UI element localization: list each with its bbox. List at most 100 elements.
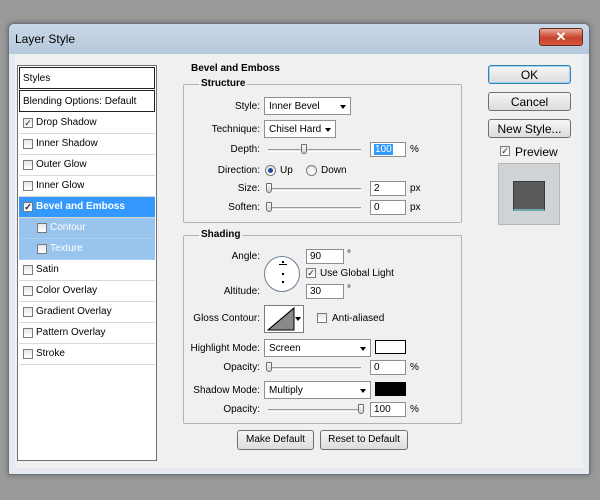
- style-item-checkbox[interactable]: [23, 328, 33, 338]
- cancel-button[interactable]: Cancel: [488, 92, 571, 111]
- shadow-opacity-slider-thumb[interactable]: [358, 404, 364, 414]
- style-item-label: Gradient Overlay: [36, 306, 112, 317]
- direction-down-radio[interactable]: [306, 165, 317, 176]
- technique-dropdown[interactable]: Chisel Hard: [264, 120, 336, 138]
- size-label: Size:: [237, 183, 260, 194]
- chevron-down-icon: [295, 317, 301, 321]
- angle-unit: °: [347, 249, 351, 260]
- style-item-checkbox[interactable]: [37, 223, 47, 233]
- angle-crosshair-h: [279, 264, 287, 265]
- checkmark-icon: ✓: [307, 268, 315, 278]
- soften-unit: px: [410, 202, 421, 213]
- style-dropdown[interactable]: Inner Bevel: [264, 97, 351, 115]
- style-item-checkbox[interactable]: ✓: [23, 202, 33, 212]
- style-item-checkbox[interactable]: [37, 244, 47, 254]
- styles-list: Styles Blending Options: Default ✓ Drop S…: [17, 65, 157, 461]
- style-item-label: Bevel and Emboss: [36, 201, 125, 212]
- preview-swatch: [513, 181, 545, 211]
- use-global-light-checkbox[interactable]: ✓: [306, 268, 316, 278]
- gloss-contour-picker[interactable]: [264, 305, 304, 333]
- style-item-label: Inner Shadow: [36, 138, 98, 149]
- style-item-checkbox[interactable]: [23, 307, 33, 317]
- contour-preview-icon: [267, 307, 295, 331]
- size-slider-track[interactable]: [268, 188, 361, 191]
- size-field[interactable]: 2: [370, 181, 406, 196]
- depth-slider-thumb[interactable]: [301, 144, 307, 154]
- make-default-button[interactable]: Make Default: [237, 430, 314, 450]
- highlight-opacity-unit: %: [410, 362, 419, 373]
- highlight-mode-label: Highlight Mode:: [190, 343, 260, 354]
- style-item-satin[interactable]: Satin: [19, 260, 155, 281]
- shadow-mode-dropdown[interactable]: Multiply: [264, 381, 371, 399]
- shadow-opacity-label: Opacity:: [223, 404, 260, 415]
- style-item-label: Contour: [50, 222, 86, 233]
- style-item-drop-shadow[interactable]: ✓ Drop Shadow: [19, 113, 155, 134]
- use-global-light-label: Use Global Light: [320, 268, 394, 279]
- style-label: Style:: [234, 101, 260, 112]
- style-item-label: Texture: [50, 243, 83, 254]
- anti-aliased-checkbox[interactable]: [317, 313, 327, 323]
- preview-checkbox[interactable]: ✓: [500, 146, 510, 156]
- style-item-checkbox[interactable]: [23, 349, 33, 359]
- style-item-checkbox[interactable]: [23, 160, 33, 170]
- altitude-field[interactable]: 30: [306, 284, 344, 299]
- size-slider-thumb[interactable]: [266, 183, 272, 193]
- gloss-contour-label: Gloss Contour:: [193, 313, 260, 324]
- style-item-checkbox[interactable]: [23, 286, 33, 296]
- style-item-bevel-and-emboss[interactable]: ✓ Bevel and Emboss: [19, 197, 155, 218]
- angle-crosshair-icon: [282, 261, 284, 263]
- shadow-color-swatch[interactable]: [375, 382, 406, 396]
- highlight-mode-dropdown[interactable]: Screen: [264, 339, 371, 357]
- shadow-opacity-field[interactable]: 100: [370, 402, 406, 417]
- style-item-inner-shadow[interactable]: Inner Shadow: [19, 134, 155, 155]
- soften-slider-thumb[interactable]: [266, 202, 272, 212]
- new-style-button[interactable]: New Style...: [488, 119, 571, 138]
- depth-unit: %: [410, 144, 419, 155]
- style-item-stroke[interactable]: Stroke: [19, 344, 155, 365]
- technique-label: Technique:: [211, 124, 260, 135]
- style-item-gradient-overlay[interactable]: Gradient Overlay: [19, 302, 155, 323]
- chevron-down-icon: [340, 105, 346, 109]
- title-bar[interactable]: Layer Style ✕: [9, 24, 589, 54]
- angle-field[interactable]: 90: [306, 249, 344, 264]
- highlight-color-swatch[interactable]: [375, 340, 406, 354]
- style-item-outer-glow[interactable]: Outer Glow: [19, 155, 155, 176]
- close-button[interactable]: ✕: [539, 28, 583, 46]
- style-item-checkbox[interactable]: ✓: [23, 118, 33, 128]
- ok-button[interactable]: OK: [488, 65, 571, 84]
- shadow-opacity-unit: %: [410, 404, 419, 415]
- style-item-texture[interactable]: Texture: [19, 239, 155, 260]
- blending-options-item[interactable]: Blending Options: Default: [19, 90, 155, 112]
- depth-value: 100: [374, 144, 393, 155]
- depth-field[interactable]: 100: [370, 142, 406, 157]
- highlight-opacity-field[interactable]: 0: [370, 360, 406, 375]
- style-item-checkbox[interactable]: [23, 139, 33, 149]
- style-item-label: Outer Glow: [36, 159, 87, 170]
- styles-header[interactable]: Styles: [19, 67, 155, 89]
- style-item-label: Color Overlay: [36, 285, 98, 296]
- soften-slider-track[interactable]: [268, 207, 361, 210]
- angle-dial[interactable]: [264, 256, 300, 292]
- checkmark-icon: ✓: [501, 146, 509, 156]
- window-title: Layer Style: [15, 32, 76, 46]
- highlight-opacity-slider-track[interactable]: [268, 367, 361, 370]
- direction-down-label: Down: [321, 165, 347, 176]
- reset-to-default-button[interactable]: Reset to Default: [320, 430, 408, 450]
- shadow-mode-label: Shadow Mode:: [193, 385, 260, 396]
- direction-up-radio[interactable]: [265, 165, 276, 176]
- style-item-color-overlay[interactable]: Color Overlay: [19, 281, 155, 302]
- direction-label: Direction:: [217, 165, 260, 176]
- direction-up-label: Up: [280, 165, 293, 176]
- highlight-opacity-slider-thumb[interactable]: [266, 362, 272, 372]
- shadow-opacity-slider-track[interactable]: [268, 409, 361, 412]
- depth-slider-track[interactable]: [268, 149, 361, 152]
- style-item-inner-glow[interactable]: Inner Glow: [19, 176, 155, 197]
- style-item-pattern-overlay[interactable]: Pattern Overlay: [19, 323, 155, 344]
- style-item-contour[interactable]: Contour: [19, 218, 155, 239]
- style-item-label: Pattern Overlay: [36, 327, 106, 338]
- style-item-checkbox[interactable]: [23, 265, 33, 275]
- soften-field[interactable]: 0: [370, 200, 406, 215]
- style-item-checkbox[interactable]: [23, 181, 33, 191]
- style-preview: [498, 163, 560, 225]
- chevron-down-icon: [360, 347, 366, 351]
